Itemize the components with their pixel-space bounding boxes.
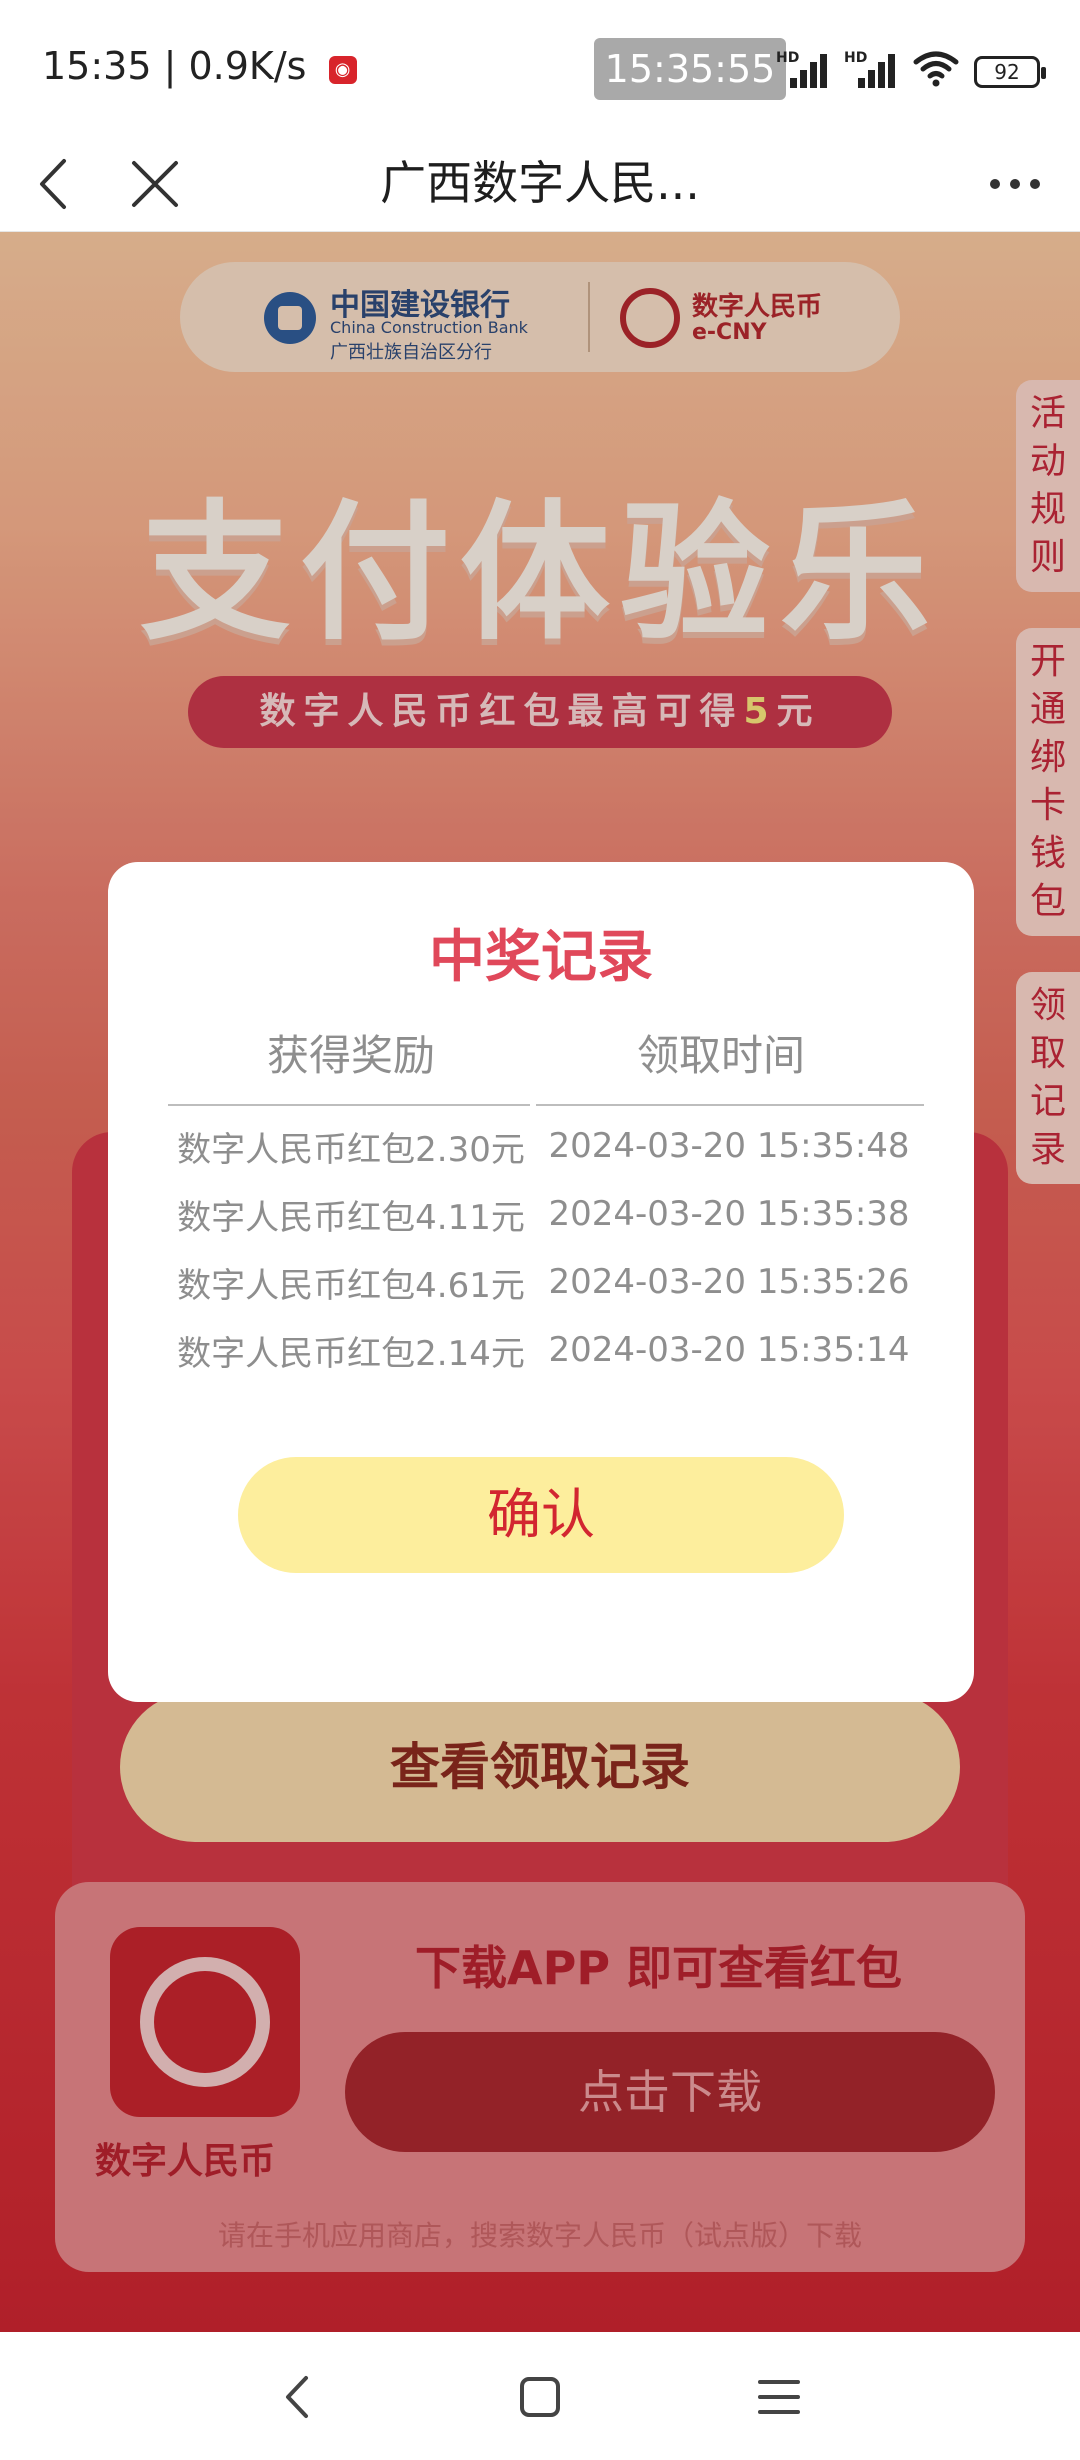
ecny-notification-icon: ◉ xyxy=(328,56,357,84)
header-divider xyxy=(536,1104,924,1106)
prize-record-dialog: 中奖记录 获得奖励 领取时间 数字人民币红包2.30元 2024-03-20 1… xyxy=(108,862,974,1702)
table-row: 数字人民币红包4.61元 2024-03-20 15:35:26 xyxy=(168,1248,924,1316)
reward-cell: 数字人民币红包2.30元 xyxy=(177,1129,525,1170)
status-icons: HD HD 92 xyxy=(776,48,1046,88)
header-divider xyxy=(168,1104,530,1106)
network-speed: 0.9K/s xyxy=(188,44,307,88)
home-icon[interactable] xyxy=(505,2362,575,2432)
battery-icon: 92 xyxy=(974,56,1046,88)
reward-cell: 数字人民币红包4.61元 xyxy=(177,1265,525,1306)
chevron-left-icon[interactable] xyxy=(20,149,90,219)
time-cell: 2024-03-20 15:35:38 xyxy=(548,1194,910,1234)
close-icon[interactable] xyxy=(120,149,190,219)
back-icon[interactable] xyxy=(264,2362,334,2432)
system-nav-bar xyxy=(0,2332,1080,2460)
time-cell: 2024-03-20 15:35:14 xyxy=(548,1330,910,1370)
menu-icon[interactable] xyxy=(744,2362,814,2432)
reward-cell: 数字人民币红包2.14元 xyxy=(177,1333,525,1374)
status-clock-text: 15:35 xyxy=(42,44,152,88)
signal-icon: HD xyxy=(844,50,898,88)
confirm-button[interactable]: 确认 xyxy=(238,1457,844,1573)
record-table: 数字人民币红包2.30元 2024-03-20 15:35:48 数字人民币红包… xyxy=(168,1112,924,1384)
table-row: 数字人民币红包2.30元 2024-03-20 15:35:48 xyxy=(168,1112,924,1180)
time-cell: 2024-03-20 15:35:48 xyxy=(548,1126,910,1166)
wifi-icon xyxy=(913,51,959,87)
page-title: 广西数字人民... xyxy=(380,156,700,210)
clock-overlay: 15:35:55 xyxy=(594,38,786,100)
dialog-title: 中奖记录 xyxy=(429,925,653,990)
column-header-reward: 获得奖励 xyxy=(266,1031,435,1080)
status-bar: 15:35 | 0.9K/s ◉ 15:35:55 HD HD 92 xyxy=(0,0,1080,135)
signal-icon: HD xyxy=(776,50,830,88)
table-row: 数字人民币红包2.14元 2024-03-20 15:35:14 xyxy=(168,1316,924,1384)
reward-cell: 数字人民币红包4.11元 xyxy=(177,1197,525,1238)
browser-nav-bar: 广西数字人民... xyxy=(0,135,1080,232)
table-row: 数字人民币红包4.11元 2024-03-20 15:35:38 xyxy=(168,1180,924,1248)
more-dots-icon[interactable] xyxy=(980,149,1050,219)
time-cell: 2024-03-20 15:35:26 xyxy=(548,1262,910,1302)
column-header-time: 领取时间 xyxy=(636,1031,805,1080)
status-time: 15:35 | 0.9K/s ◉ xyxy=(42,44,357,88)
